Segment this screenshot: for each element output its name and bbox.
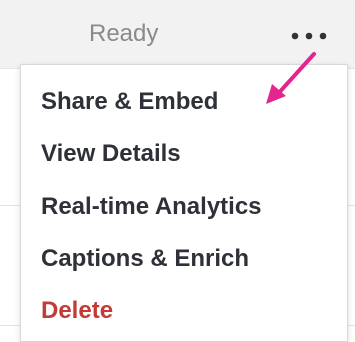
menu-item-captions-enrich[interactable]: Captions & Enrich xyxy=(41,244,249,274)
menu-item-share-embed[interactable]: Share & Embed xyxy=(41,87,218,117)
menu-item-view-details[interactable]: View Details xyxy=(41,139,181,169)
status-text: Ready xyxy=(89,20,159,47)
more-horizontal-icon xyxy=(291,32,327,40)
actions-dropdown-menu: Share & Embed View Details Real-time Ana… xyxy=(20,64,348,342)
more-options-button[interactable] xyxy=(288,22,334,48)
top-bar: Ready xyxy=(0,0,355,69)
menu-item-real-time-analytics[interactable]: Real-time Analytics xyxy=(41,192,262,222)
menu-item-delete[interactable]: Delete xyxy=(41,296,113,326)
